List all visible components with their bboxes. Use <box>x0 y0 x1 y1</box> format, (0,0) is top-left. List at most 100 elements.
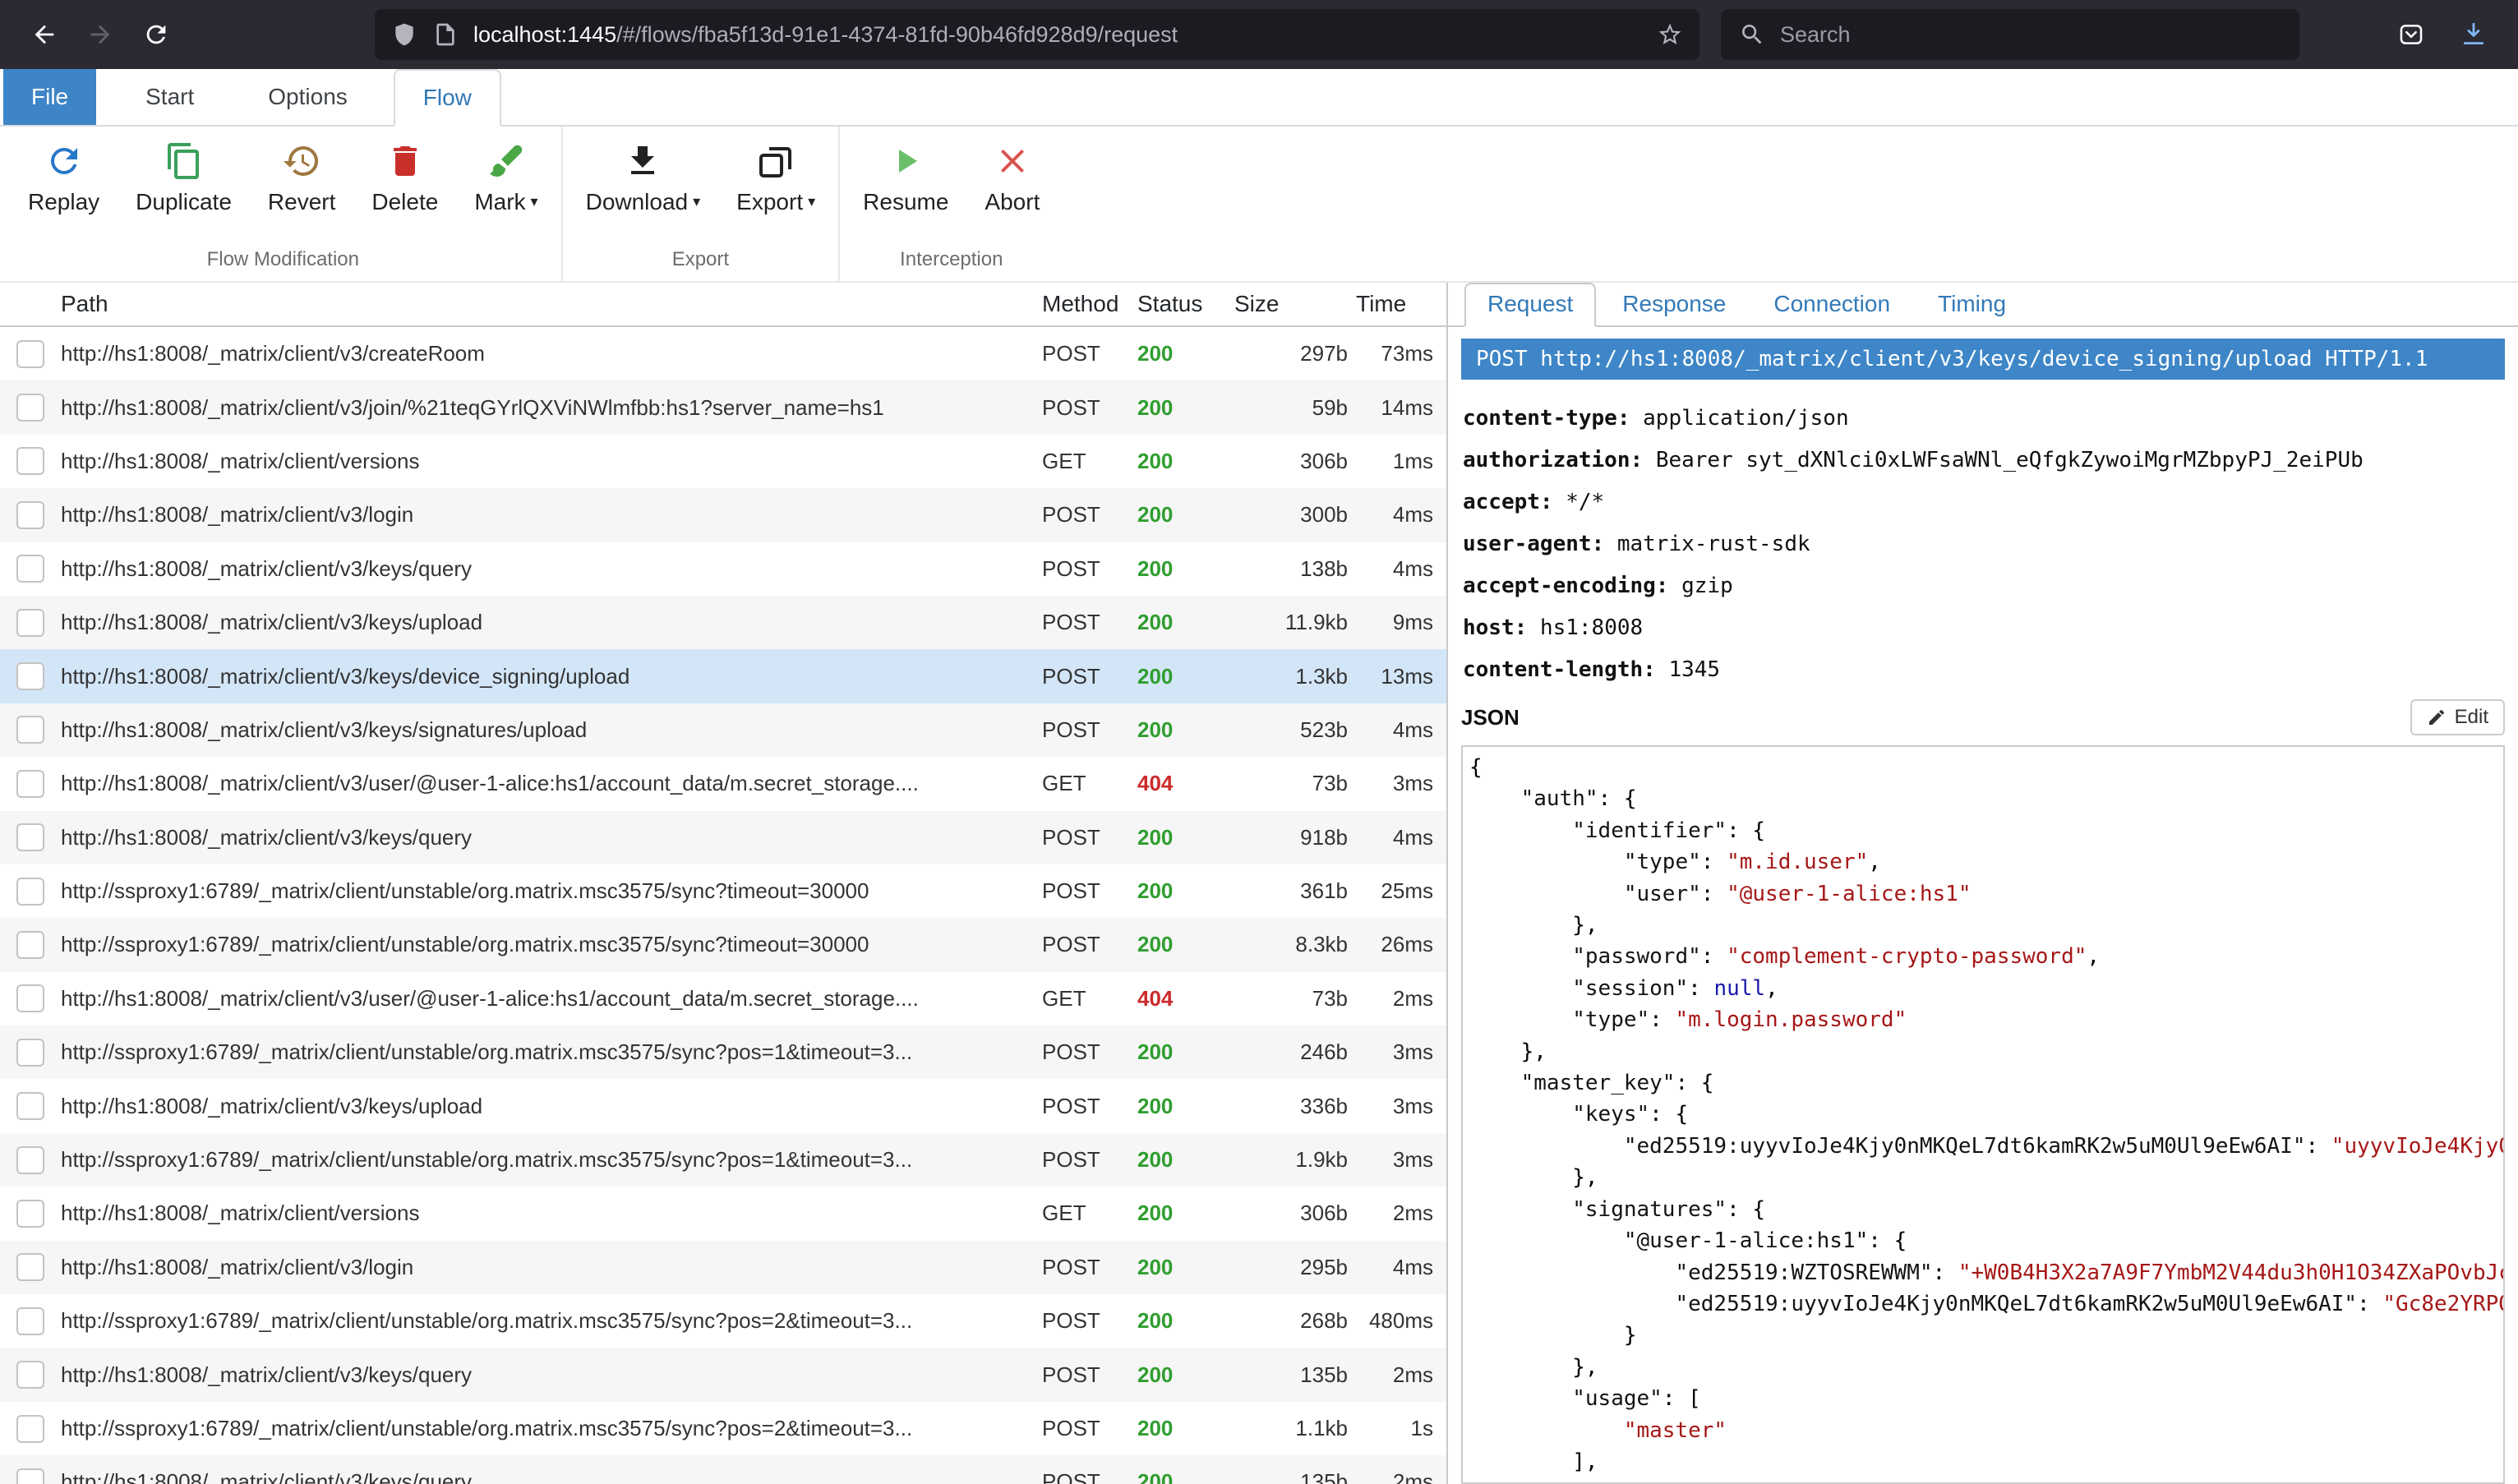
edit-button[interactable]: Edit <box>2410 699 2505 735</box>
flow-detail-pane: RequestResponseConnectionTiming POST htt… <box>1448 283 2518 1484</box>
menu-tab-file[interactable]: File <box>3 69 96 125</box>
export-button[interactable]: Export▾ <box>718 127 833 248</box>
resume-button[interactable]: Resume <box>845 127 966 248</box>
delete-button[interactable]: Delete <box>353 127 456 248</box>
flow-method: POST <box>1042 341 1137 366</box>
flow-row[interactable]: http://ssproxy1:6789/_matrix/client/unst… <box>0 918 1446 971</box>
flow-row[interactable]: http://hs1:8008/_matrix/client/v3/keys/u… <box>0 596 1446 649</box>
json-body-view[interactable]: { "auth": { "identifier": { "type": "m.i… <box>1461 745 2505 1484</box>
flow-time: 26ms <box>1348 932 1446 957</box>
json-line: "ed25519:WZTOSREWWM": "+W0B4H3X2a7A9F7Ym… <box>1469 1257 2503 1288</box>
flow-time: 3ms <box>1348 771 1446 796</box>
flow-row[interactable]: http://ssproxy1:6789/_matrix/client/unst… <box>0 1025 1446 1079</box>
flow-row[interactable]: http://hs1:8008/_matrix/client/v3/user/@… <box>0 972 1446 1025</box>
detail-tab-response[interactable]: Response <box>1601 284 1747 325</box>
flow-time: 3ms <box>1348 1147 1446 1173</box>
flow-row[interactable]: http://hs1:8008/_matrix/client/v3/user/@… <box>0 757 1446 810</box>
flow-method: GET <box>1042 449 1137 474</box>
menu-tab-flow[interactable]: Flow <box>394 69 501 127</box>
column-header-size[interactable]: Size <box>1226 291 1348 317</box>
flow-row[interactable]: http://hs1:8008/_matrix/client/v3/loginP… <box>0 1241 1446 1294</box>
flow-status: 200 <box>1137 1416 1226 1441</box>
bookmark-star-icon[interactable] <box>1657 21 1683 48</box>
flow-path: http://hs1:8008/_matrix/client/versions <box>61 449 1042 474</box>
reload-button[interactable] <box>131 10 181 59</box>
menu-tab-options[interactable]: Options <box>240 69 376 125</box>
duplicate-button[interactable]: Duplicate <box>118 127 250 248</box>
flow-method: GET <box>1042 1201 1137 1226</box>
pocket-icon[interactable] <box>2387 10 2436 59</box>
mark-button[interactable]: Mark▾ <box>456 127 556 248</box>
flow-time: 2ms <box>1348 1469 1446 1484</box>
detail-tab-connection[interactable]: Connection <box>1752 284 1912 325</box>
flow-path: http://ssproxy1:6789/_matrix/client/unst… <box>61 1416 1042 1441</box>
flow-status: 200 <box>1137 341 1226 366</box>
column-header-method[interactable]: Method <box>1042 291 1137 317</box>
search-input[interactable] <box>1780 22 2281 48</box>
json-line: "password": "complement-crypto-password"… <box>1469 941 2503 972</box>
flow-path: http://ssproxy1:6789/_matrix/client/unst… <box>61 1308 1042 1334</box>
flow-row[interactable]: http://hs1:8008/_matrix/client/v3/join/%… <box>0 380 1446 434</box>
forward-button[interactable] <box>76 10 125 59</box>
flow-status: 404 <box>1137 771 1226 796</box>
search-bar[interactable] <box>1721 9 2299 60</box>
detail-tab-request[interactable]: Request <box>1464 283 1596 327</box>
flow-row[interactable]: http://hs1:8008/_matrix/client/v3/keys/s… <box>0 703 1446 757</box>
json-line: "user_id": "@user-1-alice:hs1" <box>1469 1477 2503 1484</box>
flow-marker-icon <box>0 555 61 583</box>
flow-row[interactable]: http://ssproxy1:6789/_matrix/client/unst… <box>0 864 1446 918</box>
column-header-time[interactable]: Time <box>1348 291 1446 317</box>
json-line: "master" <box>1469 1415 2503 1446</box>
download-button[interactable]: Download▾ <box>568 127 719 248</box>
json-line: }, <box>1469 1352 2503 1383</box>
flow-size: 295b <box>1226 1255 1348 1280</box>
shield-icon[interactable] <box>391 21 417 48</box>
flow-row[interactable]: http://ssproxy1:6789/_matrix/client/unst… <box>0 1294 1446 1348</box>
body-format-bar: JSON Edit <box>1461 699 2505 735</box>
flow-method: POST <box>1042 395 1137 421</box>
toolbar-group-label: Interception <box>845 248 1058 281</box>
flow-row[interactable]: http://hs1:8008/_matrix/client/v3/keys/d… <box>0 649 1446 703</box>
replay-button[interactable]: Replay <box>10 127 118 248</box>
caret-down-icon: ▾ <box>531 193 538 210</box>
flow-row[interactable]: http://hs1:8008/_matrix/client/versionsG… <box>0 435 1446 488</box>
detail-tab-timing[interactable]: Timing <box>1916 284 2027 325</box>
menu-tab-start[interactable]: Start <box>118 69 222 125</box>
request-line[interactable]: POST http://hs1:8008/_matrix/client/v3/k… <box>1461 339 2505 380</box>
url-text: localhost:1445/#/flows/fba5f13d-91e1-437… <box>473 22 1642 48</box>
column-header-status[interactable]: Status <box>1137 291 1226 317</box>
flow-path: http://hs1:8008/_matrix/client/v3/keys/q… <box>61 556 1042 582</box>
json-line: } <box>1469 1320 2503 1351</box>
flow-row[interactable]: http://ssproxy1:6789/_matrix/client/unst… <box>0 1402 1446 1455</box>
flow-row[interactable]: http://ssproxy1:6789/_matrix/client/unst… <box>0 1133 1446 1187</box>
page-info-icon[interactable] <box>432 21 459 48</box>
header-name: accept-encoding: <box>1463 574 1668 598</box>
flow-marker-icon <box>0 609 61 637</box>
header-value: matrix-rust-sdk <box>1617 532 1810 556</box>
flow-row[interactable]: http://hs1:8008/_matrix/client/v3/create… <box>0 327 1446 380</box>
url-bar[interactable]: localhost:1445/#/flows/fba5f13d-91e1-437… <box>375 9 1699 60</box>
flow-row[interactable]: http://hs1:8008/_matrix/client/v3/keys/u… <box>0 1079 1446 1132</box>
flow-method: POST <box>1042 610 1137 635</box>
back-button[interactable] <box>20 10 69 59</box>
header-value: 1345 <box>1668 657 1720 682</box>
flow-time: 4ms <box>1348 1255 1446 1280</box>
flow-row[interactable]: http://hs1:8008/_matrix/client/v3/keys/q… <box>0 1348 1446 1401</box>
flow-row[interactable]: http://hs1:8008/_matrix/client/v3/keys/q… <box>0 542 1446 596</box>
flow-row[interactable]: http://hs1:8008/_matrix/client/v3/keys/q… <box>0 811 1446 864</box>
downloads-icon[interactable] <box>2449 10 2498 59</box>
flow-row[interactable]: http://hs1:8008/_matrix/client/v3/loginP… <box>0 488 1446 542</box>
flow-row[interactable]: http://hs1:8008/_matrix/client/v3/keys/q… <box>0 1455 1446 1484</box>
forward-icon <box>86 21 114 48</box>
flow-row[interactable]: http://hs1:8008/_matrix/client/versionsG… <box>0 1187 1446 1240</box>
revert-button[interactable]: Revert <box>250 127 353 248</box>
flow-marker-icon <box>0 1361 61 1389</box>
flow-method: POST <box>1042 1039 1137 1065</box>
flow-size: 1.3kb <box>1226 664 1348 689</box>
column-header-path[interactable]: Path <box>61 291 1042 317</box>
abort-button[interactable]: Abort <box>966 127 1058 248</box>
flow-time: 13ms <box>1348 664 1446 689</box>
edit-button-label: Edit <box>2455 706 2488 729</box>
flow-method: POST <box>1042 556 1137 582</box>
flow-marker-icon <box>0 1253 61 1281</box>
